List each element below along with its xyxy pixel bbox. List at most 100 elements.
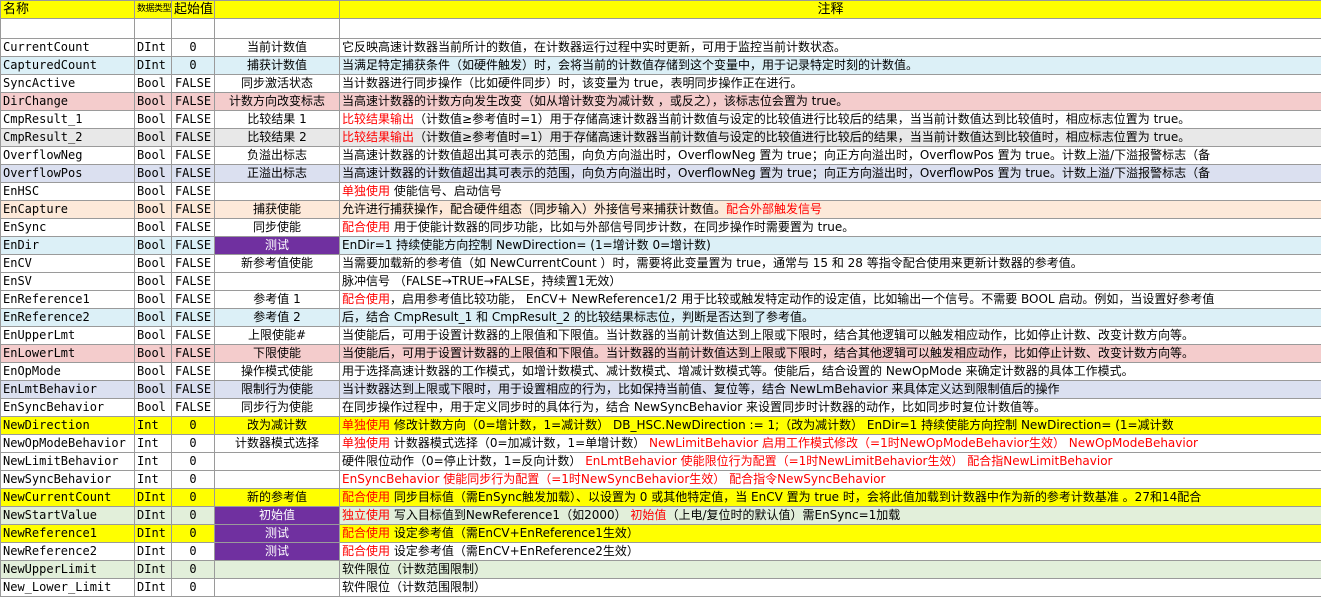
cell-name[interactable]: CmpResult_2	[1, 129, 135, 147]
cell-init[interactable]: 0	[172, 489, 215, 507]
cell-note[interactable]: 脉冲信号 （FALSE→TRUE→FALSE，持续置1无效）	[340, 273, 1321, 291]
cell-note[interactable]: 当高速计数器的计数值超出其可表示的范围，向负方向溢出时，OverflowNeg …	[340, 147, 1321, 165]
cell-note[interactable]: 配合使用，启用参考值比较功能， EnCV+ NewReference1/2 用于…	[340, 291, 1321, 309]
cell-type[interactable]: Bool	[135, 219, 172, 237]
cell-init[interactable]: FALSE	[172, 363, 215, 381]
cell-init[interactable]: FALSE	[172, 201, 215, 219]
cell-note[interactable]: 软件限位（计数范围限制）	[340, 561, 1321, 579]
cell-init[interactable]: FALSE	[172, 273, 215, 291]
cell-name[interactable]: EnDir	[1, 237, 135, 255]
cell-desc[interactable]: 当前计数值	[215, 39, 340, 57]
header-type[interactable]: 数据类型	[135, 1, 172, 19]
cell-desc[interactable]	[215, 471, 340, 489]
cell-init[interactable]: FALSE	[172, 183, 215, 201]
cell-desc[interactable]	[215, 579, 340, 597]
cell-desc[interactable]: 限制行为使能	[215, 381, 340, 399]
cell-desc[interactable]: 测试	[215, 525, 340, 543]
cell-note[interactable]: 允许进行捕获操作，配合硬件组态（同步输入）外接信号来捕获计数值。配合外部触发信号	[340, 201, 1321, 219]
cell-init[interactable]: 0	[172, 507, 215, 525]
cell-name[interactable]: EnSync	[1, 219, 135, 237]
cell-desc[interactable]: 参考值 2	[215, 309, 340, 327]
cell-init[interactable]: FALSE	[172, 147, 215, 165]
cell-note[interactable]: 当需要加载新的参考值（如 NewCurrentCount ）时，需要将此变量置为…	[340, 255, 1321, 273]
cell-desc[interactable]	[215, 453, 340, 471]
cell-name[interactable]: EnReference2	[1, 309, 135, 327]
cell-name[interactable]: CapturedCount	[1, 57, 135, 75]
cell-name[interactable]: SyncActive	[1, 75, 135, 93]
cell-init[interactable]: 0	[172, 525, 215, 543]
cell-note[interactable]: 当高速计数器的计数方向发生改变（如从增计数变为减计数 ，或反之），该标志位会置为…	[340, 93, 1321, 111]
cell-type[interactable]: Bool	[135, 165, 172, 183]
cell-init[interactable]: FALSE	[172, 111, 215, 129]
cell-type[interactable]: Bool	[135, 147, 172, 165]
cell-type[interactable]: Bool	[135, 399, 172, 417]
cell-note[interactable]: 软件限位（计数范围限制）	[340, 579, 1321, 597]
cell-init[interactable]: 0	[172, 57, 215, 75]
cell-init[interactable]: FALSE	[172, 93, 215, 111]
cell-note[interactable]: 硬件限位动作（0=停止计数，1=反向计数） EnLmtBehavior 使能限位…	[340, 453, 1321, 471]
cell-init[interactable]: 0	[172, 453, 215, 471]
cell-desc[interactable]: 计数方向改变标志	[215, 93, 340, 111]
cell-type[interactable]: Bool	[135, 93, 172, 111]
cell-name[interactable]: CurrentCount	[1, 39, 135, 57]
cell-name[interactable]: NewStartValue	[1, 507, 135, 525]
cell-name[interactable]: CmpResult_1	[1, 111, 135, 129]
cell-init[interactable]: 0	[172, 39, 215, 57]
cell-desc[interactable]: 初始值	[215, 507, 340, 525]
cell-note[interactable]: 当计数器达到上限或下限时，用于设置相应的行为，比如保持当前值、复位等，结合 Ne…	[340, 381, 1321, 399]
cell-type[interactable]: DInt	[135, 489, 172, 507]
cell-name[interactable]: NewReference1	[1, 525, 135, 543]
cell-type[interactable]: DInt	[135, 561, 172, 579]
cell-init[interactable]: 0	[172, 471, 215, 489]
header-name[interactable]: 名称	[1, 1, 135, 19]
header-init[interactable]: 起始值	[172, 1, 215, 19]
cell-name[interactable]: EnOpMode	[1, 363, 135, 381]
cell-desc[interactable]: 测试	[215, 237, 340, 255]
cell-init[interactable]: 0	[172, 435, 215, 453]
cell-name[interactable]: New_Lower_Limit	[1, 579, 135, 597]
cell-desc[interactable]: 下限使能	[215, 345, 340, 363]
cell-type[interactable]: Bool	[135, 129, 172, 147]
cell-init[interactable]: FALSE	[172, 381, 215, 399]
cell-name[interactable]: NewLimitBehavior	[1, 453, 135, 471]
cell-desc[interactable]: 改为减计数	[215, 417, 340, 435]
cell-type[interactable]: Bool	[135, 255, 172, 273]
cell-name[interactable]: NewCurrentCount	[1, 489, 135, 507]
cell-desc[interactable]: 捕获计数值	[215, 57, 340, 75]
cell-desc[interactable]: 测试	[215, 543, 340, 561]
cell-type[interactable]: DInt	[135, 525, 172, 543]
cell-note[interactable]: 独立使用 写入目标值到NewReference1（如2000） 初始值（上电/复…	[340, 507, 1321, 525]
cell-init[interactable]: FALSE	[172, 129, 215, 147]
cell-note[interactable]: EnDir=1 持续使能方向控制 NewDirection= (1=增计数 0=…	[340, 237, 1321, 255]
cell-note[interactable]: 它反映高速计数器当前所计的数值，在计数器运行过程中实时更新，可用于监控当前计数状…	[340, 39, 1321, 57]
cell-type[interactable]: Int	[135, 417, 172, 435]
cell-type[interactable]: Bool	[135, 363, 172, 381]
cell-type[interactable]: Bool	[135, 309, 172, 327]
cell-type[interactable]: DInt	[135, 39, 172, 57]
header-note[interactable]: 注释	[340, 1, 1321, 19]
cell-type[interactable]: Bool	[135, 237, 172, 255]
cell-name[interactable]: NewUpperLimit	[1, 561, 135, 579]
cell-name[interactable]: EnHSC	[1, 183, 135, 201]
cell-desc[interactable]: 上限使能#	[215, 327, 340, 345]
cell-desc[interactable]: 同步激活状态	[215, 75, 340, 93]
cell-desc[interactable]: 参考值 1	[215, 291, 340, 309]
cell-note[interactable]: 当计数器进行同步操作（比如硬件同步）时，该变量为 true，表明同步操作正在进行…	[340, 75, 1321, 93]
cell-type[interactable]: Bool	[135, 201, 172, 219]
cell-note[interactable]: 配合使用 用于使能计数器的同步功能，比如与外部信号同步计数，在同步操作时需要置为…	[340, 219, 1321, 237]
cell-name[interactable]: NewDirection	[1, 417, 135, 435]
cell-name[interactable]: EnLowerLmt	[1, 345, 135, 363]
cell-note[interactable]: 比较结果输出（计数值≥参考值时=1）用于存储高速计数器当前计数值与设定的比较值进…	[340, 129, 1321, 147]
cell-desc[interactable]	[215, 561, 340, 579]
cell-note[interactable]: 单独使用 修改计数方向（0=增计数，1=减计数） DB_HSC.NewDirec…	[340, 417, 1321, 435]
cell-desc[interactable]: 比较结果 2	[215, 129, 340, 147]
cell-name[interactable]: OverflowPos	[1, 165, 135, 183]
cell-note[interactable]: 当满足特定捕获条件（如硬件触发）时，会将当前的计数值存储到这个变量中，用于记录特…	[340, 57, 1321, 75]
blank-cell[interactable]	[340, 19, 1321, 39]
cell-type[interactable]: Bool	[135, 345, 172, 363]
cell-note[interactable]: 在同步操作过程中，用于定义同步时的具体行为，结合 NewSyncBehavior…	[340, 399, 1321, 417]
cell-name[interactable]: NewSyncBehavior	[1, 471, 135, 489]
cell-desc[interactable]: 正溢出标志	[215, 165, 340, 183]
cell-type[interactable]: DInt	[135, 543, 172, 561]
cell-init[interactable]: FALSE	[172, 345, 215, 363]
